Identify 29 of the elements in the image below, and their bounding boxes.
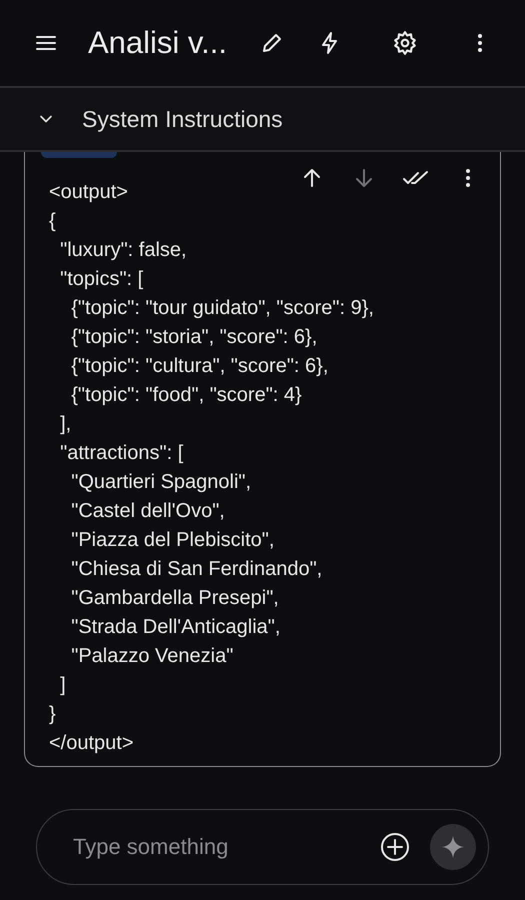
code-line: "Piazza del Plebiscito",: [70, 528, 276, 553]
code-line: ]: [59, 673, 67, 698]
send-button[interactable]: [430, 824, 476, 870]
sparkle-icon: [441, 835, 465, 859]
message-input-field[interactable]: Type something: [71, 833, 380, 861]
add-icon[interactable]: [380, 832, 410, 862]
code-line: "Castel dell'Ovo",: [70, 499, 226, 524]
message-composer[interactable]: Type something: [36, 809, 489, 885]
code-line: <output>: [49, 180, 129, 205]
code-line: "Quartieri Spagnoli",: [70, 470, 252, 495]
code-line: {"topic": "cultura", "score": 6},: [70, 354, 330, 379]
pencil-icon[interactable]: [260, 31, 284, 55]
settings-icon[interactable]: [392, 30, 418, 56]
code-line: }: [49, 702, 57, 727]
code-line: "Palazzo Venezia": [70, 644, 234, 669]
code-line: {: [49, 209, 57, 234]
code-line: {"topic": "tour guidato", "score": 9},: [70, 296, 375, 321]
code-line: ],: [59, 412, 72, 437]
code-line: "attractions": [: [59, 441, 184, 466]
code-line: "topics": [: [59, 267, 144, 292]
chat-title: Analisi v...: [88, 25, 228, 61]
code-line: "luxury": false,: [59, 238, 188, 263]
code-line: {"topic": "food", "score": 4}: [70, 383, 303, 408]
code-line: "Chiesa di San Ferdinando",: [70, 557, 324, 582]
code-line: "Strada Dell'Anticaglia",: [70, 615, 282, 640]
section-title: System Instructions: [82, 106, 283, 132]
code-line: "Gambardella Presepi",: [70, 586, 280, 611]
code-line: </output>: [49, 731, 135, 756]
code-line: {"topic": "storia", "score": 6},: [70, 325, 318, 350]
